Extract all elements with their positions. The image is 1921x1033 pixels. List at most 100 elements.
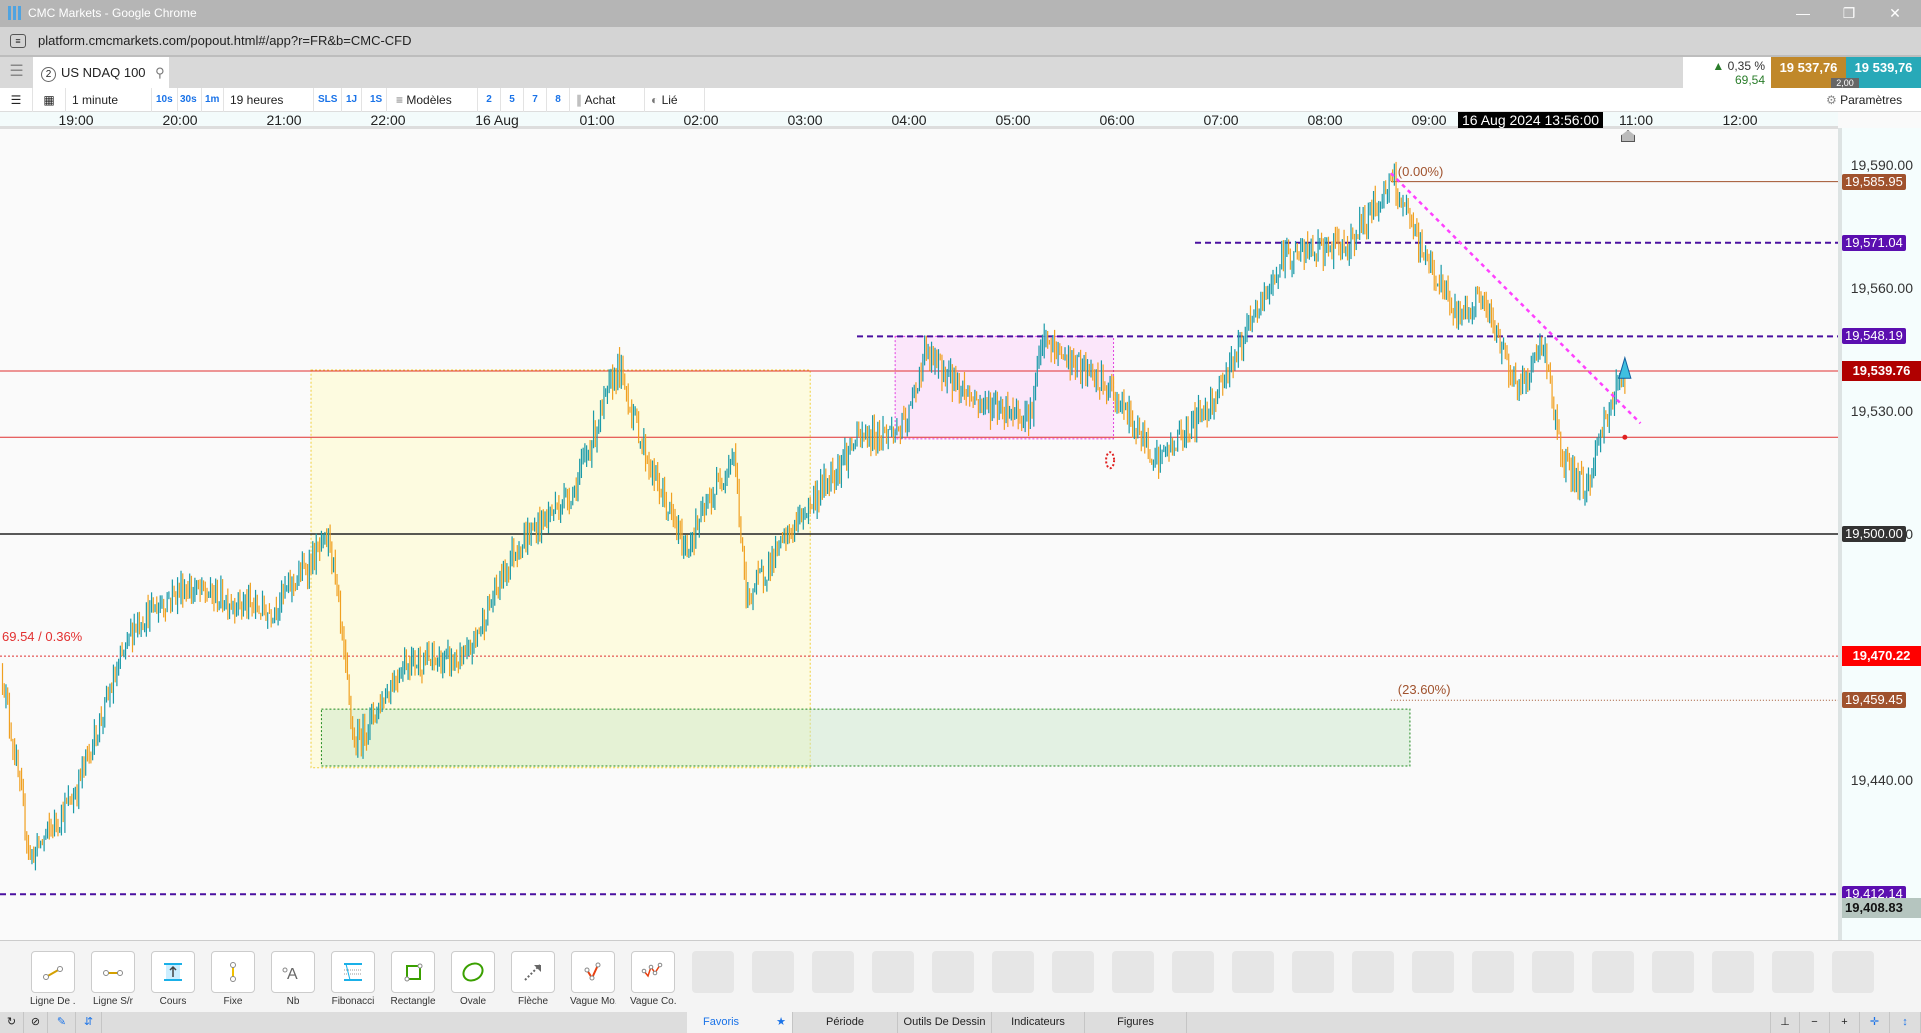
fibonacci-icon: [331, 951, 375, 993]
price-tick: 19,440.00: [1850, 772, 1913, 788]
time-label: 03:00: [787, 112, 823, 128]
price-marker: 19,459.45: [1842, 692, 1906, 709]
tool-label: Fixe: [223, 996, 243, 1007]
link-button[interactable]: ◐ Lié: [645, 88, 705, 112]
hamburger-menu-icon[interactable]: ☰: [0, 57, 33, 88]
fit-icon[interactable]: ⊥: [1770, 1012, 1800, 1033]
range-1j[interactable]: 1J: [342, 88, 363, 112]
tool-label: Cours: [159, 996, 187, 1007]
pencil-icon[interactable]: ✎: [48, 1012, 76, 1033]
layout-grid-icon[interactable]: ▦: [33, 88, 66, 112]
empty-tool-slot[interactable]: [1172, 951, 1214, 993]
empty-tool-slot[interactable]: [812, 951, 854, 993]
empty-tool-slot[interactable]: [1352, 951, 1394, 993]
templates-button[interactable]: ≡ Modèles: [390, 88, 478, 112]
cancel-icon[interactable]: ⊘: [24, 1012, 48, 1033]
crosshair-icon[interactable]: ✛: [1860, 1012, 1890, 1033]
empty-tool-slot[interactable]: [1292, 951, 1334, 993]
range-select[interactable]: 19 heures: [224, 88, 314, 112]
settings-button[interactable]: ⚙ Paramètres: [1820, 88, 1908, 112]
tool-trend-line-button[interactable]: Ligne De ...: [30, 951, 76, 1007]
range-1s[interactable]: 1S: [366, 88, 388, 112]
empty-tool-slot[interactable]: [992, 951, 1034, 993]
layout-7[interactable]: 7: [524, 88, 547, 112]
tool-label: Ligne De ...: [30, 996, 76, 1007]
search-icon[interactable]: ⚲: [155, 65, 165, 80]
minimize-button[interactable]: —: [1780, 0, 1826, 27]
tool-corrective-wave-button[interactable]: Vague Co...: [630, 951, 676, 1007]
change-percent: 0,35 %: [1727, 59, 1765, 73]
fixed-line-icon: [211, 951, 255, 993]
site-info-icon[interactable]: ≡: [10, 34, 26, 48]
vertical-scale-icon[interactable]: ↕: [1890, 1012, 1921, 1033]
interval-select[interactable]: 1 minute: [66, 88, 152, 112]
list-icon[interactable]: ☰: [0, 88, 33, 112]
empty-tool-slot[interactable]: [1112, 951, 1154, 993]
yellow-rectangle: [310, 369, 811, 769]
tab-indicators[interactable]: Indicateurs: [992, 1012, 1085, 1033]
empty-tool-slot[interactable]: [1472, 951, 1514, 993]
empty-tool-slot[interactable]: [1052, 951, 1094, 993]
restore-button[interactable]: ❐: [1826, 0, 1872, 27]
tab-drawing-tools[interactable]: Outils De Dessin: [898, 1012, 992, 1033]
empty-tool-slot[interactable]: [872, 951, 914, 993]
range-sls[interactable]: SLS: [314, 88, 343, 112]
empty-tool-slot[interactable]: [752, 951, 794, 993]
interval-30s[interactable]: 30s: [176, 88, 202, 112]
empty-tool-slot[interactable]: [1232, 951, 1274, 993]
empty-tool-slot[interactable]: [1772, 951, 1814, 993]
interval-1m[interactable]: 1m: [201, 88, 225, 112]
chart-type-label: Achat: [584, 93, 616, 107]
arrow-icon: [511, 951, 555, 993]
empty-tool-slot[interactable]: [1532, 951, 1574, 993]
instrument-tab[interactable]: 2 US NDAQ 100 ⚲: [33, 57, 169, 90]
price-axis[interactable]: 19,590.00 19,560.00 19,530.00 19,500.00 19,4…: [1838, 128, 1921, 940]
link-icon: ◐: [651, 93, 659, 107]
tool-arrow-button[interactable]: Flèche: [510, 951, 556, 1007]
tool-rectangle-button[interactable]: Rectangle: [390, 951, 436, 1007]
empty-tool-slot[interactable]: [1832, 951, 1874, 993]
price-marker: 19,548.19: [1842, 328, 1906, 345]
empty-tool-slot[interactable]: [1652, 951, 1694, 993]
trend-line: [1389, 172, 1642, 425]
tool-motive-wave-button[interactable]: Vague Mo...: [570, 951, 616, 1007]
close-button[interactable]: ✕: [1872, 0, 1918, 27]
sliders-icon: ≡: [396, 93, 404, 107]
fib-level-label: (0.00%): [1397, 163, 1444, 179]
sort-arrows-icon[interactable]: ⇵: [76, 1012, 102, 1033]
layout-8[interactable]: 8: [547, 88, 570, 112]
price-marker: 19,470.22: [1842, 646, 1921, 667]
tool-sr-line-button[interactable]: Ligne S/r: [90, 951, 136, 1007]
layout-2[interactable]: 2: [478, 88, 501, 112]
interval-10s[interactable]: 10s: [152, 88, 178, 112]
tab-figures[interactable]: Figures: [1085, 1012, 1187, 1033]
tool-label: Vague Mo...: [570, 996, 616, 1007]
url-text[interactable]: platform.cmcmarkets.com/popout.html#/app…: [38, 33, 412, 48]
empty-tool-slot[interactable]: [932, 951, 974, 993]
time-label: 06:00: [1099, 112, 1135, 128]
tab-favoris[interactable]: Favoris ★: [687, 1012, 793, 1033]
empty-tool-slot[interactable]: [1592, 951, 1634, 993]
empty-tool-slot[interactable]: [1712, 951, 1754, 993]
layout-5[interactable]: 5: [501, 88, 524, 112]
order-marker-icon: [1622, 434, 1628, 440]
price-marker: 19,500.00: [1842, 526, 1906, 542]
tool-price-range-button[interactable]: Cours: [150, 951, 196, 1007]
zoom-in-icon[interactable]: +: [1830, 1012, 1860, 1033]
change-absolute: 69,54: [1734, 73, 1765, 87]
empty-tool-slot[interactable]: [692, 951, 734, 993]
green-rectangle: [320, 708, 1411, 767]
tool-text-button[interactable]: A Nb: [270, 951, 316, 1007]
time-label: 02:00: [683, 112, 719, 128]
tool-fixed-line-button[interactable]: Fixe: [210, 951, 256, 1007]
refresh-icon[interactable]: ↻: [0, 1012, 24, 1033]
zoom-out-icon[interactable]: −: [1800, 1012, 1830, 1033]
empty-tool-slot[interactable]: [1412, 951, 1454, 993]
tool-oval-button[interactable]: Ovale: [450, 951, 496, 1007]
address-bar[interactable]: ≡ platform.cmcmarkets.com/popout.html#/a…: [0, 27, 1921, 55]
tab-periode[interactable]: Période: [793, 1012, 898, 1033]
chart-type-button[interactable]: ∥ Achat: [570, 88, 645, 112]
tool-fibonacci-button[interactable]: Fibonacci: [330, 951, 376, 1007]
price-chart[interactable]: [0, 128, 1838, 940]
time-axis[interactable]: 19:00 20:00 21:00 22:00 16 Aug 01:00 02:…: [0, 112, 1838, 129]
